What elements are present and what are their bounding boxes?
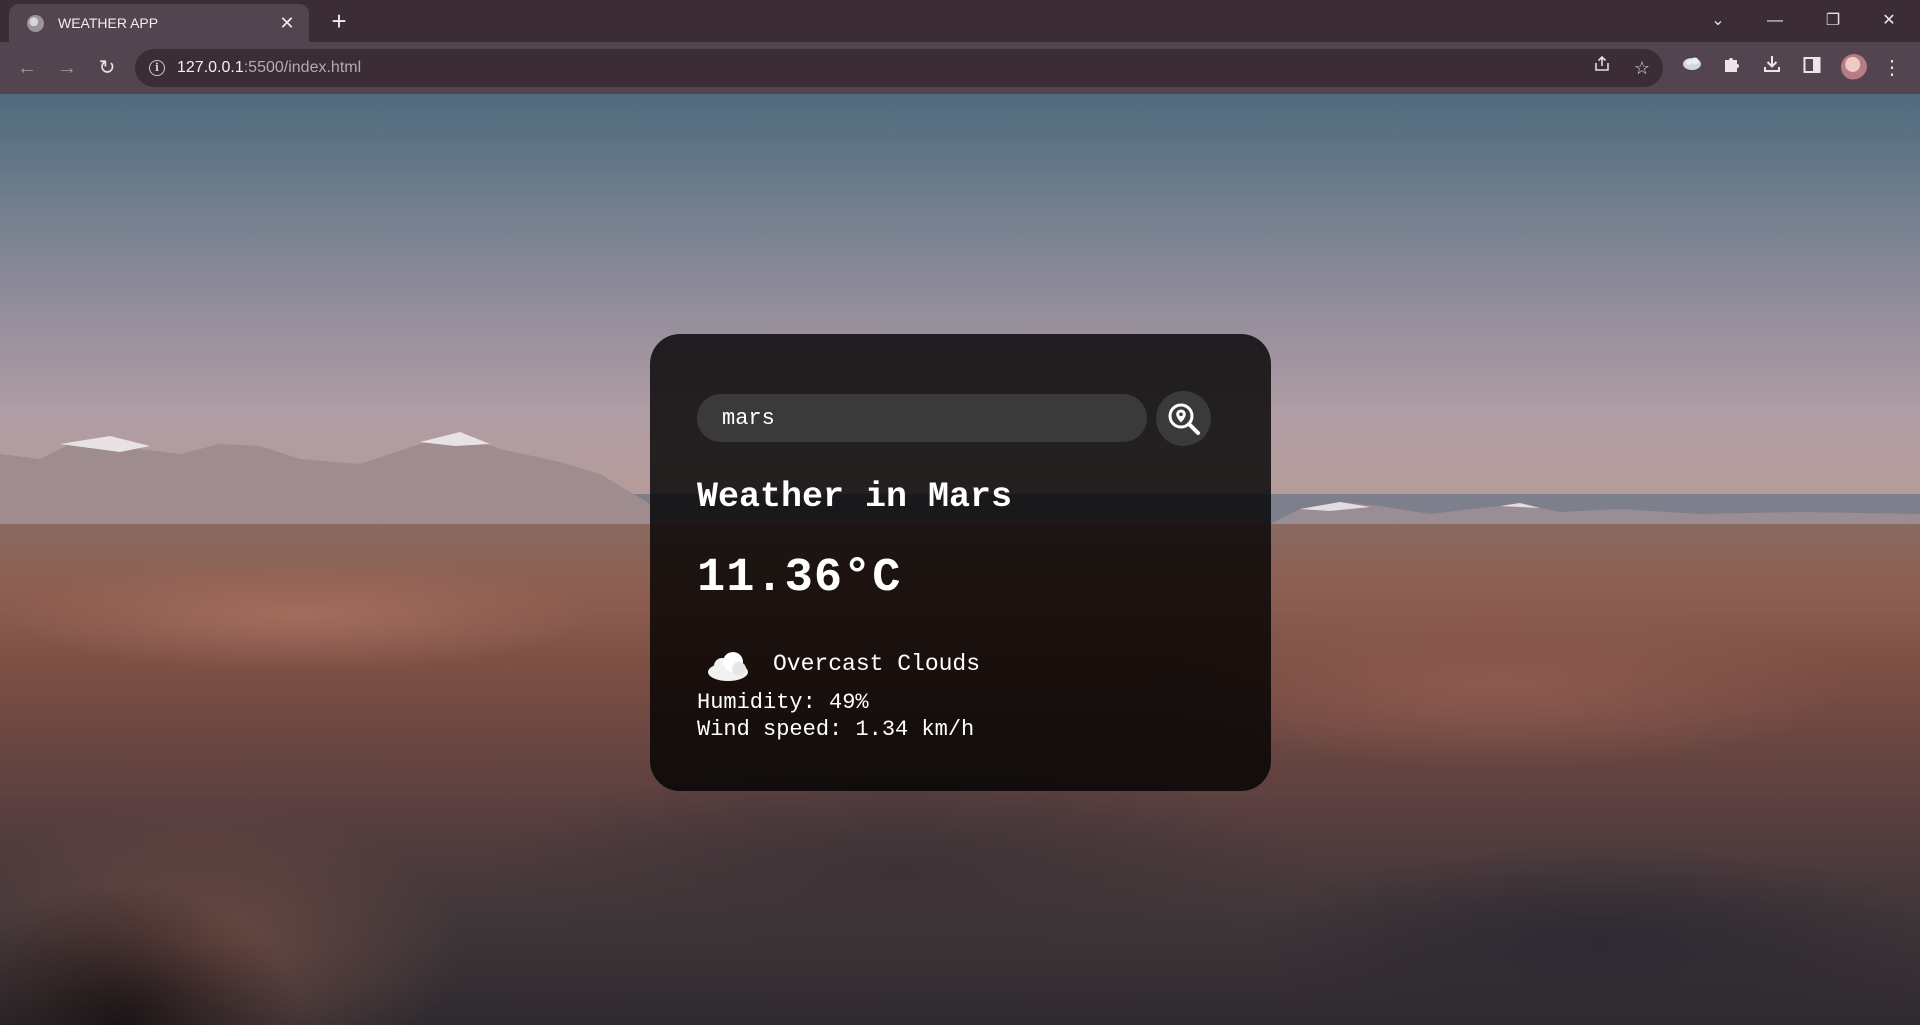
close-window-button[interactable]: ✕ xyxy=(1866,6,1912,36)
tab-close-icon[interactable]: ✕ xyxy=(277,13,297,34)
new-tab-button[interactable]: + xyxy=(325,8,353,36)
restore-button[interactable]: ❐ xyxy=(1810,6,1856,36)
search-button[interactable] xyxy=(1156,391,1211,446)
bookmark-star-icon[interactable]: ☆ xyxy=(1626,52,1658,84)
extension-icon[interactable] xyxy=(1676,52,1708,84)
url-text[interactable]: 127.0.0.1:5500/index.html xyxy=(177,59,361,77)
site-info-icon[interactable]: i xyxy=(149,60,165,76)
browser-toolbar: ← → ↻ i 127.0.0.1:5500/index.html ☆ ⋮ xyxy=(0,42,1920,94)
browser-menu-icon[interactable]: ⋮ xyxy=(1876,52,1908,84)
tab-strip: WEATHER APP ✕ + ⌄ — ❐ ✕ xyxy=(0,0,1920,42)
wind-speed-text: Wind speed: 1.34 km/h xyxy=(697,717,975,742)
side-panel-icon[interactable] xyxy=(1796,52,1828,84)
share-icon[interactable] xyxy=(1586,52,1618,84)
reload-button[interactable]: ↻ xyxy=(91,52,123,84)
minimize-button[interactable]: — xyxy=(1752,6,1798,36)
search-location-icon xyxy=(1168,403,1200,435)
globe-favicon-icon xyxy=(27,14,44,32)
city-heading: Weather in Mars xyxy=(697,477,1013,517)
forward-button[interactable]: → xyxy=(51,52,83,84)
tab-search-chevron-icon[interactable]: ⌄ xyxy=(1695,6,1741,36)
temperature: 11.36°C xyxy=(697,552,902,605)
search-bar xyxy=(697,391,1224,446)
browser-tab-weather-app[interactable]: WEATHER APP ✕ xyxy=(9,4,309,42)
url-host: 127.0.0.1 xyxy=(177,59,244,76)
back-button[interactable]: ← xyxy=(11,52,43,84)
page-viewport: Weather in Mars 11.36°C Overcast Clouds … xyxy=(0,94,1920,1025)
condition-row: Overcast Clouds xyxy=(705,644,980,684)
weather-description: Overcast Clouds xyxy=(773,651,981,677)
background-shadow xyxy=(0,794,420,1025)
weather-card: Weather in Mars 11.36°C Overcast Clouds … xyxy=(650,334,1271,791)
puzzle-extensions-icon[interactable] xyxy=(1716,52,1748,84)
url-path: :5500/index.html xyxy=(243,59,362,76)
download-icon[interactable] xyxy=(1756,52,1788,84)
tab-title: WEATHER APP xyxy=(58,15,159,31)
search-input[interactable] xyxy=(697,394,1147,442)
cloud-icon xyxy=(708,652,748,681)
humidity-text: Humidity: 49% xyxy=(697,690,869,715)
profile-avatar[interactable] xyxy=(1841,54,1867,80)
address-bar[interactable]: i 127.0.0.1:5500/index.html ☆ xyxy=(135,49,1663,87)
